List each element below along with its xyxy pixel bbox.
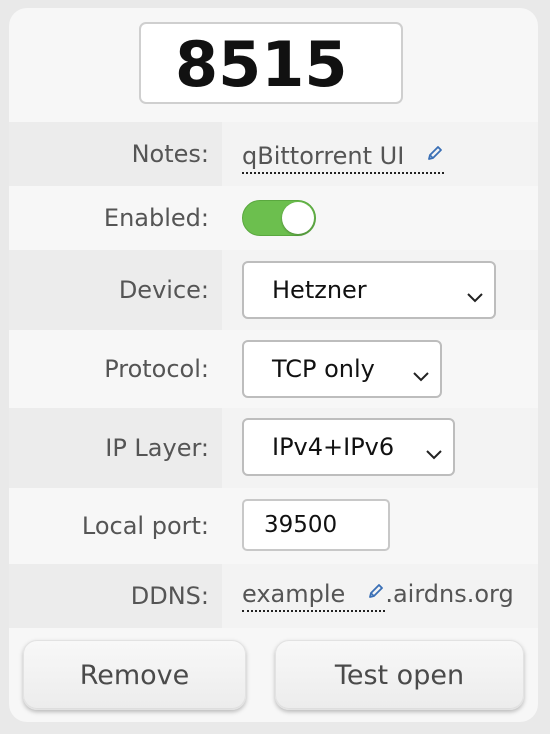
test-open-button[interactable]: Test open xyxy=(275,640,524,710)
ip-layer-label: IP Layer: xyxy=(9,408,222,488)
chevron-down-icon xyxy=(412,361,430,389)
ddns-label: DDNS: xyxy=(9,564,222,628)
enabled-row: Enabled: xyxy=(9,186,538,250)
port-number: 8515 xyxy=(139,22,403,104)
local-port-row: Local port: 39500 xyxy=(9,488,538,564)
ddns-suffix: .airdns.org xyxy=(385,580,514,608)
chevron-down-icon xyxy=(425,439,443,467)
ip-layer-row: IP Layer: IPv4+IPv6 xyxy=(9,408,538,488)
toggle-knob xyxy=(282,202,314,234)
protocol-selected: TCP only xyxy=(272,355,375,383)
device-select[interactable]: Hetzner xyxy=(242,261,496,319)
notes-row: Notes: qBittorrent UI xyxy=(9,122,538,186)
ddns-field: example .airdns.org xyxy=(242,578,514,612)
device-selected: Hetzner xyxy=(272,276,367,304)
protocol-label: Protocol: xyxy=(9,330,222,408)
protocol-row: Protocol: TCP only xyxy=(9,330,538,408)
local-port-cell: 39500 xyxy=(222,488,538,564)
device-cell: Hetzner xyxy=(222,250,538,330)
ddns-cell: example .airdns.org xyxy=(222,564,538,628)
enabled-cell xyxy=(222,186,538,250)
local-port-label: Local port: xyxy=(9,488,222,564)
protocol-cell: TCP only xyxy=(222,330,538,408)
ip-layer-cell: IPv4+IPv6 xyxy=(222,408,538,488)
ddns-editable[interactable]: example xyxy=(242,578,386,612)
port-forward-panel: 8515 Notes: qBittorrent UI Enabled: Devi… xyxy=(9,8,538,722)
ip-layer-select[interactable]: IPv4+IPv6 xyxy=(242,418,455,476)
notes-editable[interactable]: qBittorrent UI xyxy=(242,140,444,174)
enabled-label: Enabled: xyxy=(9,186,222,250)
notes-cell: qBittorrent UI xyxy=(222,122,538,186)
ddns-value: example xyxy=(242,580,346,608)
ip-layer-selected: IPv4+IPv6 xyxy=(272,433,395,461)
chevron-down-icon xyxy=(466,282,484,310)
notes-label: Notes: xyxy=(9,122,222,186)
pencil-icon[interactable] xyxy=(367,578,385,606)
remove-button[interactable]: Remove xyxy=(23,640,246,710)
local-port-input[interactable]: 39500 xyxy=(242,499,390,551)
enabled-toggle[interactable] xyxy=(242,200,316,236)
protocol-select[interactable]: TCP only xyxy=(242,340,442,398)
device-label: Device: xyxy=(9,250,222,330)
ddns-row: DDNS: example .airdns.org xyxy=(9,564,538,628)
device-row: Device: Hetzner xyxy=(9,250,538,330)
pencil-icon[interactable] xyxy=(426,140,444,168)
notes-value: qBittorrent UI xyxy=(242,142,405,170)
